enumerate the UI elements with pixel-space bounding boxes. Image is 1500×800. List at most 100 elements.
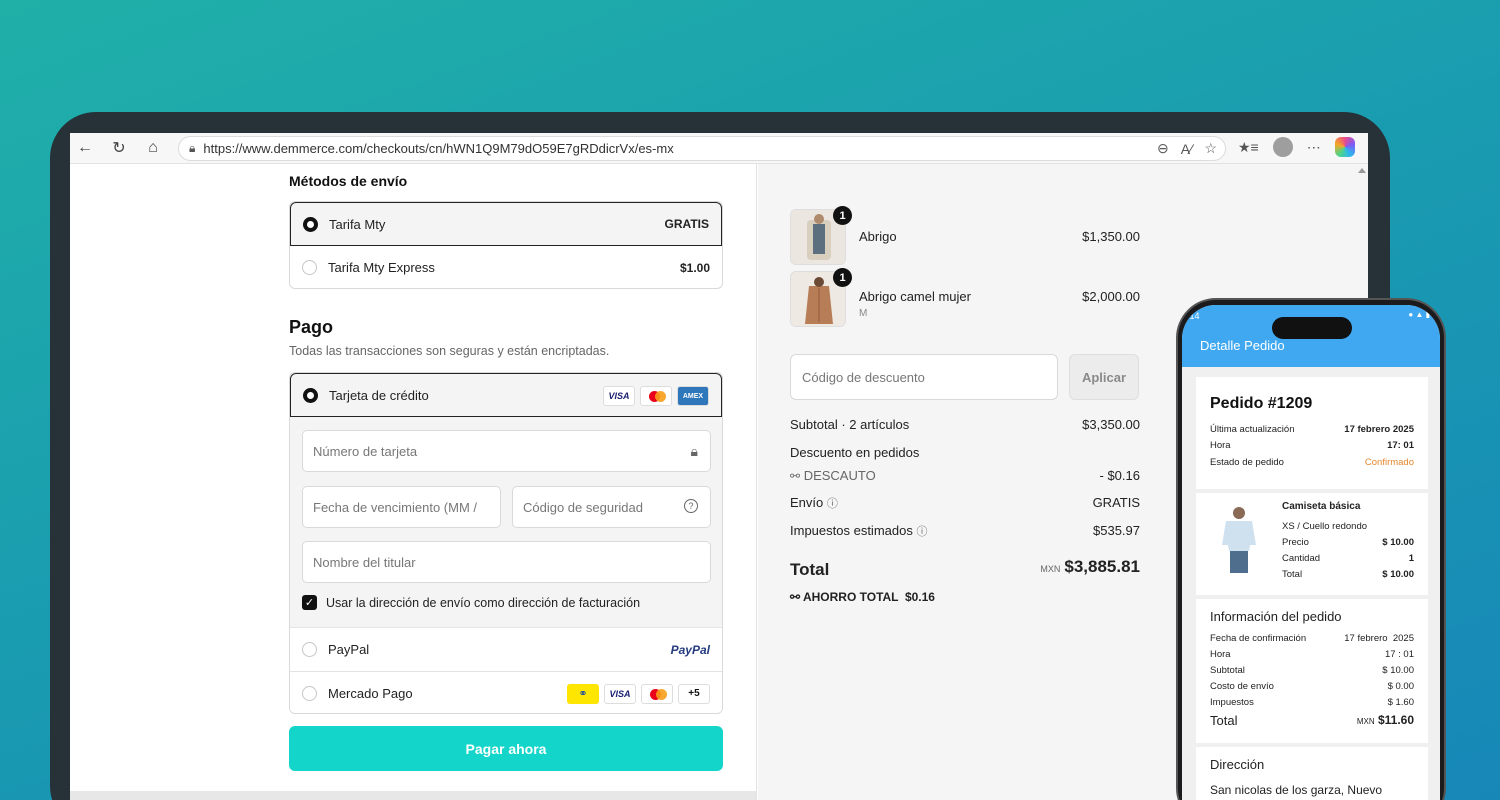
item-name: Abrigo camel mujer [859, 289, 971, 304]
subtotal-value: $3,350.00 [1082, 417, 1140, 432]
radio-unselected[interactable] [302, 260, 317, 275]
confirm-label: Fecha de confirmación [1210, 633, 1307, 644]
discount-label: Descuento en pedidos [790, 445, 920, 460]
savings-text: AHORRO TOTAL $0.16 [802, 590, 935, 604]
browser-window: ← ↻ ⌂ 🔒︎ https://www.demmerce.com/checko… [70, 133, 1368, 800]
address-bar[interactable]: 🔒︎ https://www.demmerce.com/checkouts/cn… [178, 136, 1226, 161]
paypal-label: PayPal [328, 642, 370, 657]
help-icon[interactable]: ? [684, 499, 698, 513]
info-currency: MXN [1356, 717, 1375, 726]
radio-unselected[interactable] [302, 686, 317, 701]
card-number-placeholder: Número de tarjeta [313, 443, 418, 459]
refresh-icon[interactable]: ↻ [108, 137, 130, 159]
phone-header: 1:14 ● ▲ ▮ Detalle Pedido [1182, 305, 1440, 367]
last-update-value: 17 febrero 2025 [1344, 424, 1414, 435]
expiry-placeholder: Fecha de vencimiento (MM / [313, 499, 478, 515]
subtotal-label: Subtotal · 2 artículos [790, 417, 910, 432]
mastercard-icon [640, 386, 672, 406]
credit-card-form: Número de tarjeta 🔒︎ Fecha de vencimient… [290, 417, 722, 627]
home-icon[interactable]: ⌂ [142, 137, 164, 159]
shipping-methods-title: Métodos de envío [289, 173, 408, 189]
status-label: Estado de pedido [1210, 457, 1284, 468]
scroll-up-arrow-icon[interactable] [1358, 168, 1366, 173]
expiry-date-input[interactable]: Fecha de vencimiento (MM / [302, 486, 501, 528]
phone-screen: 1:14 ● ▲ ▮ Detalle Pedido Pedido #1209 Ú… [1182, 305, 1440, 800]
discount-code-input[interactable]: Código de descuento [790, 354, 1058, 400]
paypal-logo: PayPal [670, 642, 710, 657]
payment-option-paypal[interactable]: PayPal PayPal [290, 627, 722, 671]
taxes-label: Impuestos [1210, 697, 1254, 708]
favorite-star-icon[interactable]: ☆ [1204, 140, 1217, 157]
shipping-option-express[interactable]: Tarifa Mty Express $1.00 [290, 246, 722, 288]
shipping-options: Tarifa Mty GRATIS Tarifa Mty Express $1.… [289, 201, 723, 289]
discount-value: - $0.16 [1099, 468, 1140, 483]
more-menu-icon[interactable]: ⋯ [1307, 139, 1321, 156]
taxes-label: Impuestos estimados [790, 523, 913, 538]
price-label: Precio [1282, 537, 1309, 548]
discount-row: Descuento en pedidos [790, 445, 1140, 460]
help-icon[interactable]: ⓘ [916, 526, 927, 538]
status-time: 1:14 [1182, 311, 1200, 321]
checkbox-checked-icon[interactable]: ✓ [302, 595, 317, 610]
radio-selected[interactable] [303, 387, 318, 403]
radio-selected[interactable] [303, 216, 318, 232]
card-holder-input[interactable]: Nombre del titular [302, 541, 711, 583]
discount-placeholder: Código de descuento [802, 369, 925, 385]
product-total-row: Total $ 10.00 [1282, 569, 1414, 580]
shipping-row: Envío ⓘ GRATIS [790, 495, 1140, 511]
product-name: Camiseta básica [1282, 501, 1361, 512]
address-card: Dirección San nicolas de los garza, Nuev… [1196, 747, 1428, 800]
product-image [1216, 505, 1262, 575]
billing-address-checkbox-row[interactable]: ✓ Usar la dirección de envío como direcc… [302, 595, 640, 610]
order-card: Pedido #1209 Última actualización 17 feb… [1196, 377, 1428, 489]
info-total-row: Total MXN $11.60 [1210, 713, 1414, 728]
discount-code: DESCAUTO [803, 468, 876, 483]
profile-avatar[interactable] [1272, 137, 1293, 157]
hour-label: Hora [1210, 649, 1231, 660]
payment-subtitle: Todas las transacciones son seguras y es… [289, 344, 610, 358]
time-label: Hora [1210, 440, 1231, 451]
radio-unselected[interactable] [302, 642, 317, 657]
cart-item: 1 Abrigo camel mujer M $2,000.00 [790, 268, 1140, 327]
read-aloud-icon[interactable]: A∕ [1181, 141, 1193, 157]
total-label: Total [790, 560, 830, 579]
payment-option-mercadopago[interactable]: Mercado Pago ⚭ VISA +5 [290, 671, 722, 713]
total-label: Total [1282, 569, 1303, 580]
pay-now-button[interactable]: Pagar ahora [289, 726, 723, 771]
savings-row: ⚯ AHORRO TOTAL $0.16 [790, 590, 935, 604]
hour-value: 17 : 01 [1384, 649, 1414, 660]
card-number-input[interactable]: Número de tarjeta 🔒︎ [302, 430, 711, 472]
taxes-row: Impuestos $ 1.60 [1210, 697, 1414, 708]
apply-discount-button[interactable]: Aplicar [1069, 354, 1139, 400]
card-holder-placeholder: Nombre del titular [313, 554, 416, 570]
payment-option-credit-card[interactable]: Tarjeta de crédito VISA AMEX [290, 373, 722, 417]
billing-checkbox-label: Usar la dirección de envío como direcció… [326, 595, 641, 610]
item-variant: M [859, 308, 868, 319]
cart-item: 1 Abrigo $1,350.00 [790, 206, 1140, 265]
copilot-icon[interactable] [1334, 137, 1355, 157]
favorites-icon[interactable]: ★≡ [1238, 139, 1259, 156]
browser-toolbar: ← ↻ ⌂ 🔒︎ https://www.demmerce.com/checko… [70, 133, 1368, 164]
product-card: Camiseta básica XS / Cuello redondo Prec… [1196, 493, 1428, 595]
url-text: https://www.demmerce.com/checkouts/cn/hW… [203, 141, 674, 156]
back-arrow-icon[interactable]: ← [74, 137, 96, 159]
total-value: $ 10.00 [1382, 569, 1414, 580]
tag-icon: ⚯ [790, 590, 803, 604]
product-variant: XS / Cuello redondo [1282, 521, 1368, 532]
shipping-option-price: GRATIS [664, 217, 709, 231]
security-code-input[interactable]: Código de seguridad ? [512, 486, 711, 528]
mercadopago-brands: ⚭ VISA +5 [567, 683, 710, 704]
card-brands: VISA AMEX [603, 386, 709, 406]
address-text: San nicolas de los garza, Nuevo [1210, 783, 1383, 797]
zoom-icon[interactable]: ⊖ [1157, 140, 1169, 157]
shipping-cost-value: $ 0.00 [1387, 681, 1414, 692]
time-value: 17: 01 [1387, 440, 1414, 451]
quantity-badge: 1 [833, 268, 852, 287]
mastercard-icon [641, 683, 673, 704]
help-icon[interactable]: ⓘ [827, 498, 838, 510]
lock-icon: 🔒︎ [690, 443, 698, 459]
discount-code-row: ⚯ DESCAUTO - $0.16 [790, 468, 1140, 483]
price-value: $ 10.00 [1382, 537, 1414, 548]
checkout-form-column: Métodos de envío Tarifa Mty GRATIS Tarif… [70, 164, 757, 800]
shipping-option-standard[interactable]: Tarifa Mty GRATIS [290, 202, 722, 246]
